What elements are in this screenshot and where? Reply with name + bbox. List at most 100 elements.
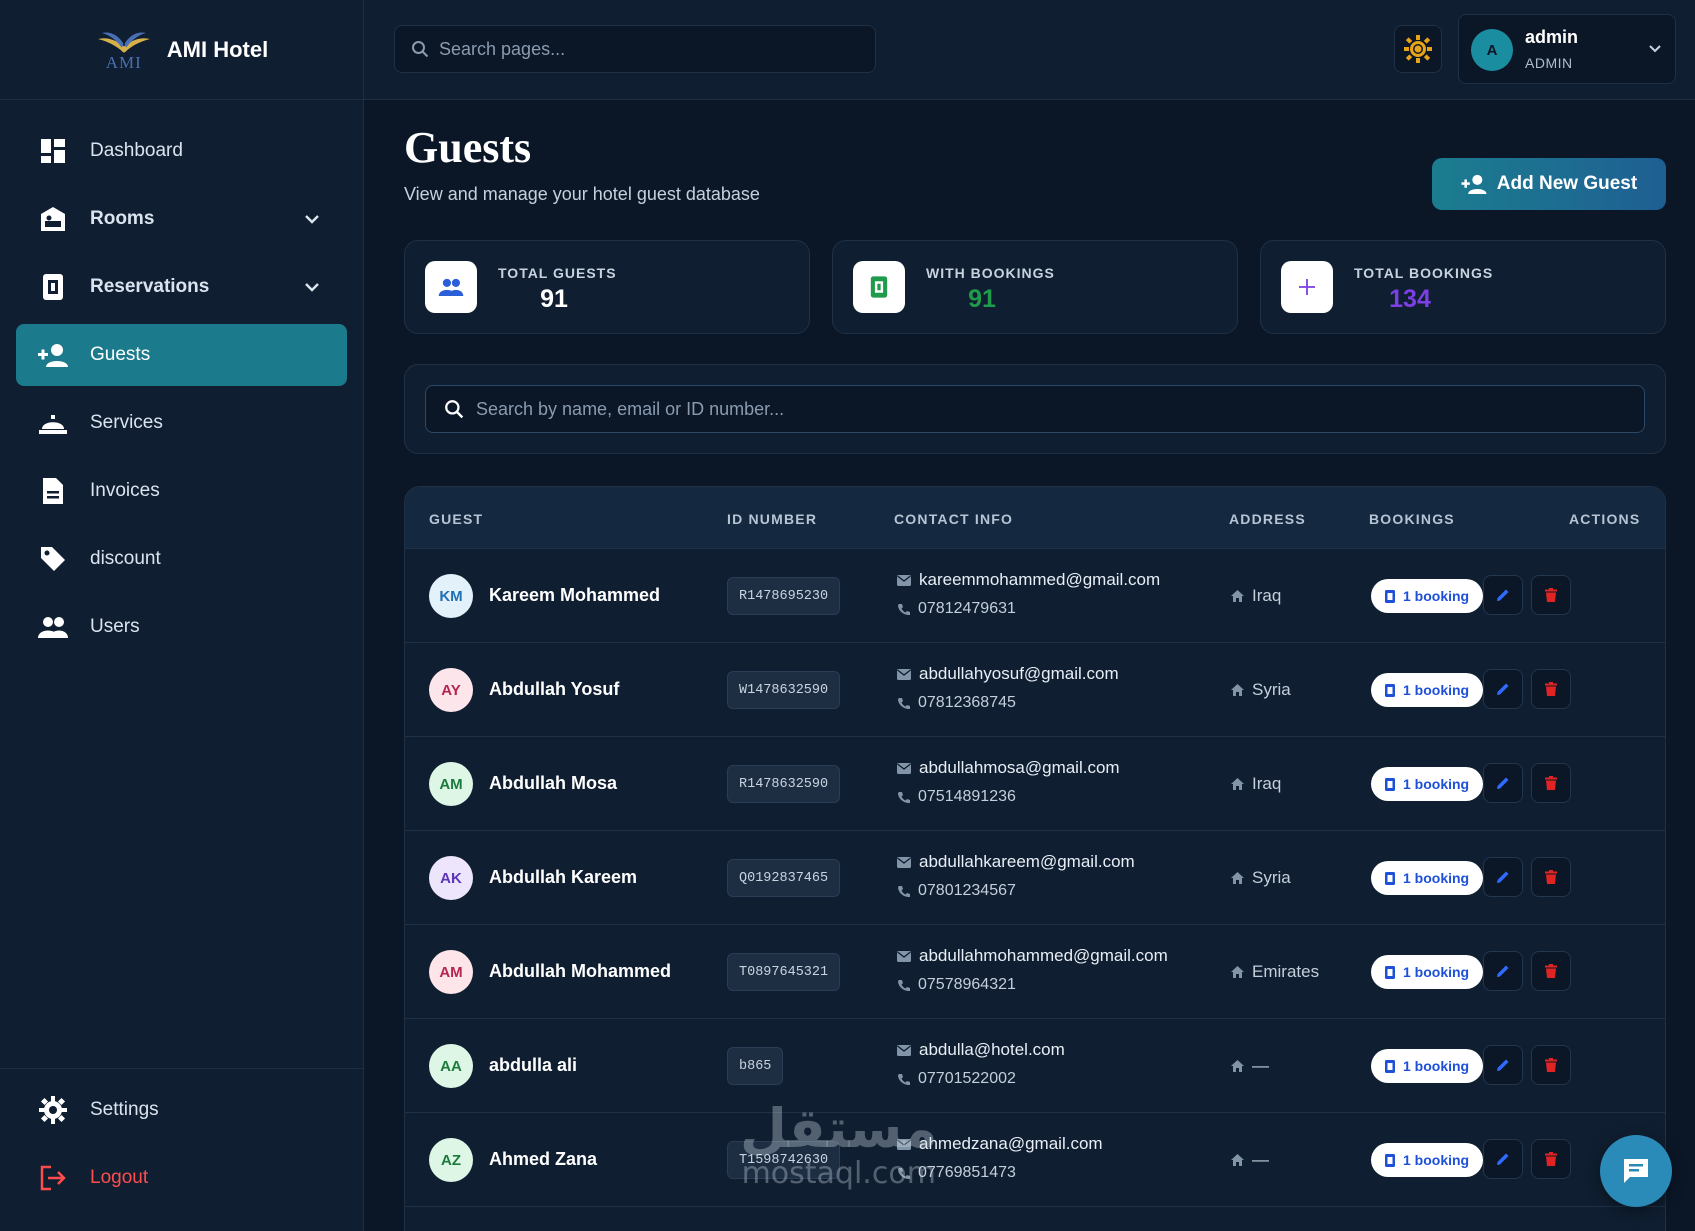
- phone-text: 07701522002: [918, 1070, 1016, 1087]
- guest-name[interactable]: Abdullah Kareem: [489, 867, 637, 888]
- sidebar-item-invoices[interactable]: Invoices: [16, 460, 347, 522]
- pencil-icon: [1497, 589, 1509, 601]
- theme-toggle-button[interactable]: [1394, 25, 1442, 73]
- guest-name[interactable]: Ahmed Zana: [489, 1149, 597, 1170]
- guest-search-input[interactable]: [476, 398, 1576, 420]
- guest-search[interactable]: [425, 385, 1645, 433]
- bookings-badge[interactable]: 1 booking: [1371, 767, 1484, 801]
- guest-name[interactable]: Abdullah Mohammed: [489, 961, 671, 982]
- avatar: KM: [429, 574, 473, 618]
- brand[interactable]: AMI AMI Hotel: [0, 0, 363, 100]
- page-search-input[interactable]: [439, 38, 859, 60]
- logout-icon: [38, 1163, 68, 1193]
- sidebar-item-guests[interactable]: Guests: [16, 324, 347, 386]
- delete-button[interactable]: [1531, 857, 1571, 897]
- table-row[interactable]: AZ Ahmed Zana T1598742630 ahmedzana@gmail.c…: [405, 1113, 1665, 1207]
- table-row[interactable]: AY Abdullah Yosuf W1478632590 abdullahyosuf…: [405, 643, 1665, 737]
- edit-button[interactable]: [1483, 1139, 1523, 1179]
- add-new-guest-button[interactable]: Add New Guest: [1432, 158, 1666, 210]
- search-icon: [445, 400, 464, 419]
- stat-label: TOTAL BOOKINGS: [1354, 265, 1494, 281]
- column-header-guest[interactable]: GUEST: [429, 511, 483, 527]
- bookings-badge[interactable]: 1 booking: [1371, 673, 1484, 707]
- sun-icon: [1404, 35, 1432, 63]
- bookings-badge[interactable]: 1 booking: [1371, 579, 1484, 613]
- trash-icon: [1545, 870, 1557, 884]
- column-header-bookings[interactable]: BOOKINGS: [1369, 511, 1455, 527]
- sidebar-item-settings[interactable]: Settings: [16, 1079, 348, 1141]
- sidebar-item-discount[interactable]: discount: [16, 528, 347, 590]
- sidebar-item-services[interactable]: Services: [16, 392, 347, 454]
- chevron-down-icon: [305, 215, 319, 224]
- bookings-count: 1 booking: [1403, 1152, 1470, 1168]
- logout-button[interactable]: Logout: [16, 1147, 348, 1209]
- bookings-badge[interactable]: 1 booking: [1371, 1049, 1484, 1083]
- guest-name[interactable]: Kareem Mohammed: [489, 585, 660, 606]
- pencil-icon: [1497, 777, 1509, 789]
- home-icon: [1231, 1154, 1244, 1166]
- table-row[interactable]: KM Kareem Mohammed R1478695230 kareemmohamm…: [405, 549, 1665, 643]
- sidebar-item-reservations[interactable]: Reservations: [16, 256, 347, 318]
- delete-button[interactable]: [1531, 1045, 1571, 1085]
- edit-button[interactable]: [1483, 1045, 1523, 1085]
- phone-icon: [898, 603, 910, 615]
- guest-name[interactable]: Abdullah Yosuf: [489, 679, 619, 700]
- bookings-badge[interactable]: 1 booking: [1371, 1143, 1484, 1177]
- guest-name[interactable]: Abdullah Mosa: [489, 773, 617, 794]
- delete-button[interactable]: [1531, 575, 1571, 615]
- sidebar-item-label: Dashboard: [90, 140, 183, 161]
- column-header-id-number[interactable]: ID NUMBER: [727, 511, 817, 527]
- column-header-actions: ACTIONS: [1569, 511, 1641, 527]
- delete-button[interactable]: [1531, 951, 1571, 991]
- service-bell-icon: [38, 408, 68, 438]
- table-row[interactable]: AM Abdullah Mosa R1478632590 abdullahmosa@g…: [405, 737, 1665, 831]
- sidebar-item-rooms[interactable]: Rooms: [16, 188, 347, 250]
- edit-button[interactable]: [1483, 857, 1523, 897]
- table-row[interactable]: AK Abdullah Kareem Q0192837465 abdullahkare…: [405, 831, 1665, 925]
- stat-value: 91: [540, 285, 568, 313]
- chat-button[interactable]: [1600, 1135, 1672, 1207]
- envelope-icon: [897, 762, 911, 774]
- sidebar-item-dashboard[interactable]: Dashboard: [16, 120, 347, 182]
- stat-value: 134: [1389, 285, 1431, 313]
- column-header-contact-info[interactable]: CONTACT INFO: [894, 511, 1013, 527]
- bookings-count: 1 booking: [1403, 964, 1470, 980]
- edit-button[interactable]: [1483, 575, 1523, 615]
- edit-button[interactable]: [1483, 951, 1523, 991]
- user-menu[interactable]: A admin ADMIN: [1458, 14, 1676, 84]
- table-row[interactable]: AM Abdullah Mohammed T0897645321 abdullahmo…: [405, 925, 1665, 1019]
- guest-address: Syria: [1231, 868, 1291, 888]
- dashboard-icon: [38, 136, 68, 166]
- sidebar-item-label: Reservations: [90, 276, 210, 297]
- delete-button[interactable]: [1531, 763, 1571, 803]
- top-bar: A admin ADMIN: [364, 0, 1695, 100]
- guest-phone: 07812368745: [897, 694, 1016, 712]
- guest-email: abdulla@hotel.com: [897, 1040, 1065, 1060]
- phone-text: 07812479631: [918, 600, 1016, 617]
- column-header-address[interactable]: ADDRESS: [1229, 511, 1306, 527]
- bookings-badge[interactable]: 1 booking: [1371, 955, 1484, 989]
- booking-icon: [1385, 965, 1395, 979]
- bookings-badge[interactable]: 1 booking: [1371, 861, 1484, 895]
- page-search[interactable]: [394, 25, 876, 73]
- avatar: AK: [429, 856, 473, 900]
- id-number: Q0192837465: [727, 859, 841, 897]
- delete-button[interactable]: [1531, 1139, 1571, 1179]
- booking-icon: [1385, 871, 1395, 885]
- pencil-icon: [1497, 871, 1509, 883]
- chevron-down-icon: [305, 283, 319, 292]
- delete-button[interactable]: [1531, 669, 1571, 709]
- phone-icon: [898, 979, 910, 991]
- avatar: AM: [429, 762, 473, 806]
- guest-name[interactable]: abdulla ali: [489, 1055, 577, 1076]
- email-text: abdullahkareem@gmail.com: [919, 852, 1135, 871]
- edit-button[interactable]: [1483, 763, 1523, 803]
- trash-icon: [1545, 776, 1557, 790]
- address-text: —: [1252, 1056, 1269, 1075]
- stat-label: TOTAL GUESTS: [498, 265, 617, 281]
- sidebar-item-users[interactable]: Users: [16, 596, 347, 658]
- stat-value: 91: [968, 285, 996, 313]
- table-row[interactable]: AA abdulla ali b865 abdulla@hotel.com 077015…: [405, 1019, 1665, 1113]
- avatar: A: [1471, 29, 1513, 71]
- edit-button[interactable]: [1483, 669, 1523, 709]
